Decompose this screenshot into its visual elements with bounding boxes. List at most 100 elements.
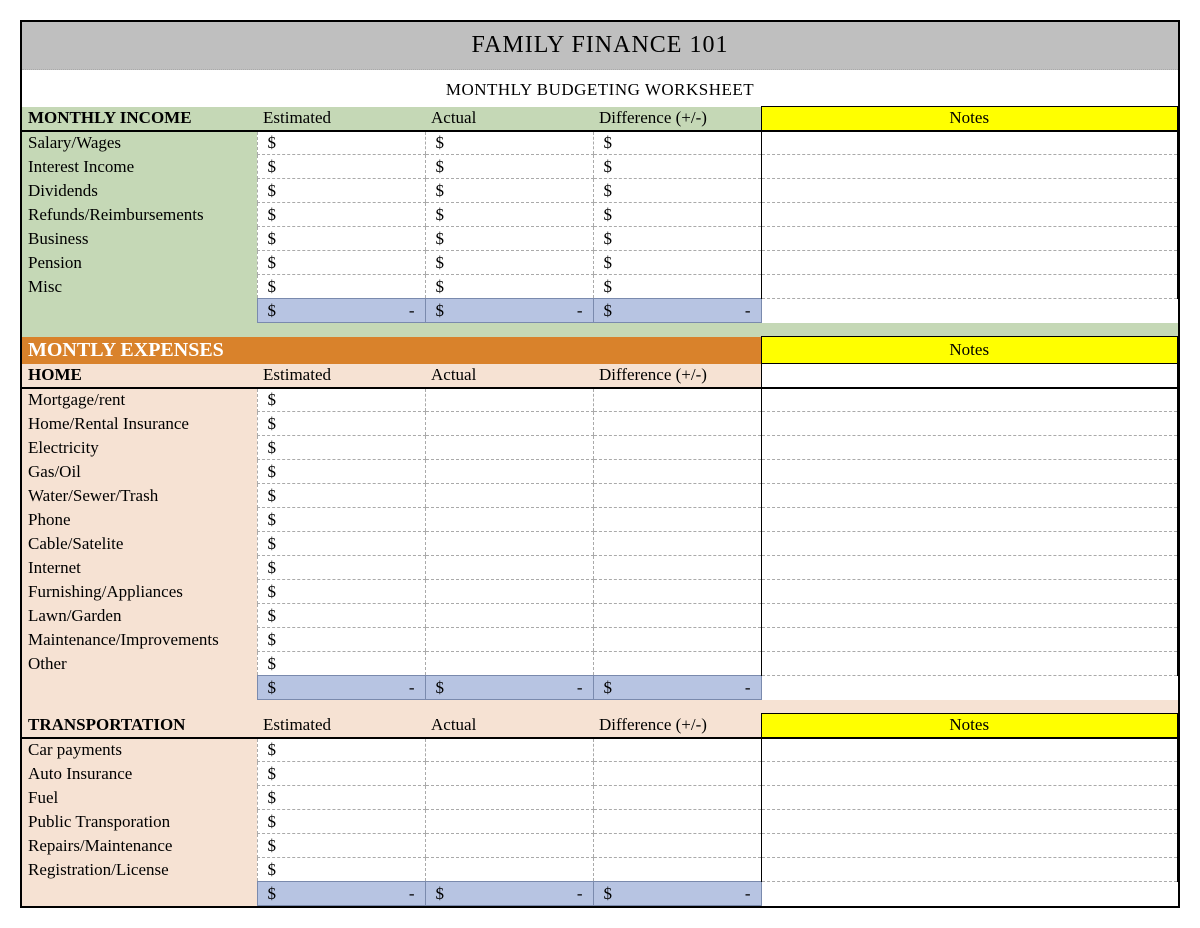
cell-difference[interactable]: [593, 508, 761, 532]
cell-actual[interactable]: [425, 580, 593, 604]
cell-difference[interactable]: [593, 628, 761, 652]
cell-difference[interactable]: [593, 652, 761, 676]
cell-actual[interactable]: [425, 834, 593, 858]
cell-difference[interactable]: [593, 858, 761, 882]
cell-difference[interactable]: [593, 580, 761, 604]
notes-cell[interactable]: [761, 738, 1178, 762]
cell-difference[interactable]: [593, 388, 761, 412]
cell-estimated[interactable]: $: [257, 858, 425, 882]
cell-estimated[interactable]: $: [257, 508, 425, 532]
cell-estimated[interactable]: $: [257, 652, 425, 676]
cell-difference[interactable]: [593, 460, 761, 484]
notes-cell[interactable]: [761, 858, 1178, 882]
cell-estimated[interactable]: $: [257, 436, 425, 460]
cell-difference[interactable]: $: [593, 155, 761, 179]
income-total-estimated[interactable]: $-: [257, 299, 425, 323]
notes-cell[interactable]: [761, 251, 1178, 275]
cell-actual[interactable]: $: [425, 131, 593, 155]
cell-estimated[interactable]: $: [257, 762, 425, 786]
notes-cell[interactable]: [761, 388, 1178, 412]
cell-estimated[interactable]: $: [257, 556, 425, 580]
notes-cell[interactable]: [761, 460, 1178, 484]
notes-cell[interactable]: [761, 604, 1178, 628]
notes-cell[interactable]: [761, 652, 1178, 676]
cell-actual[interactable]: [425, 436, 593, 460]
cell-estimated[interactable]: $: [257, 131, 425, 155]
total-difference[interactable]: $-: [593, 882, 761, 906]
notes-cell[interactable]: [761, 556, 1178, 580]
notes-cell[interactable]: [761, 436, 1178, 460]
cell-estimated[interactable]: $: [257, 580, 425, 604]
cell-estimated[interactable]: $: [257, 179, 425, 203]
income-total-actual[interactable]: $-: [425, 299, 593, 323]
notes-cell[interactable]: [761, 786, 1178, 810]
cell-actual[interactable]: [425, 460, 593, 484]
cell-difference[interactable]: [593, 556, 761, 580]
cell-actual[interactable]: [425, 508, 593, 532]
cell-actual[interactable]: [425, 556, 593, 580]
notes-cell[interactable]: [761, 275, 1178, 299]
cell-estimated[interactable]: $: [257, 834, 425, 858]
total-actual[interactable]: $-: [425, 676, 593, 700]
notes-cell[interactable]: [761, 131, 1178, 155]
notes-cell[interactable]: [761, 484, 1178, 508]
cell-difference[interactable]: [593, 532, 761, 556]
cell-actual[interactable]: $: [425, 227, 593, 251]
cell-estimated[interactable]: $: [257, 203, 425, 227]
total-difference[interactable]: $-: [593, 676, 761, 700]
cell-estimated[interactable]: $: [257, 227, 425, 251]
notes-cell[interactable]: [761, 179, 1178, 203]
cell-difference[interactable]: [593, 412, 761, 436]
cell-actual[interactable]: [425, 484, 593, 508]
cell-difference[interactable]: $: [593, 203, 761, 227]
cell-difference[interactable]: $: [593, 251, 761, 275]
total-estimated[interactable]: $-: [257, 882, 425, 906]
cell-estimated[interactable]: $: [257, 155, 425, 179]
notes-cell[interactable]: [761, 628, 1178, 652]
notes-cell[interactable]: [761, 762, 1178, 786]
cell-actual[interactable]: $: [425, 155, 593, 179]
cell-estimated[interactable]: $: [257, 786, 425, 810]
cell-estimated[interactable]: $: [257, 388, 425, 412]
cell-actual[interactable]: [425, 532, 593, 556]
total-actual[interactable]: $-: [425, 882, 593, 906]
cell-estimated[interactable]: $: [257, 484, 425, 508]
cell-actual[interactable]: [425, 858, 593, 882]
notes-cell[interactable]: [761, 580, 1178, 604]
cell-actual[interactable]: [425, 412, 593, 436]
cell-actual[interactable]: $: [425, 179, 593, 203]
cell-actual[interactable]: [425, 738, 593, 762]
cell-actual[interactable]: $: [425, 251, 593, 275]
cell-estimated[interactable]: $: [257, 604, 425, 628]
cell-difference[interactable]: $: [593, 179, 761, 203]
cell-difference[interactable]: [593, 810, 761, 834]
cell-difference[interactable]: $: [593, 227, 761, 251]
notes-cell[interactable]: [761, 532, 1178, 556]
cell-actual[interactable]: [425, 786, 593, 810]
notes-cell[interactable]: [761, 508, 1178, 532]
notes-cell[interactable]: [761, 412, 1178, 436]
cell-difference[interactable]: [593, 834, 761, 858]
cell-estimated[interactable]: $: [257, 810, 425, 834]
cell-difference[interactable]: [593, 738, 761, 762]
notes-cell[interactable]: [761, 203, 1178, 227]
cell-estimated[interactable]: $: [257, 532, 425, 556]
cell-estimated[interactable]: $: [257, 412, 425, 436]
cell-difference[interactable]: $: [593, 275, 761, 299]
cell-difference[interactable]: [593, 762, 761, 786]
notes-cell[interactable]: [761, 810, 1178, 834]
cell-difference[interactable]: [593, 604, 761, 628]
cell-actual[interactable]: [425, 652, 593, 676]
cell-estimated[interactable]: $: [257, 275, 425, 299]
cell-actual[interactable]: [425, 762, 593, 786]
cell-difference[interactable]: [593, 436, 761, 460]
cell-estimated[interactable]: $: [257, 738, 425, 762]
cell-estimated[interactable]: $: [257, 251, 425, 275]
cell-estimated[interactable]: $: [257, 628, 425, 652]
cell-actual[interactable]: [425, 810, 593, 834]
notes-cell[interactable]: [761, 155, 1178, 179]
cell-actual[interactable]: [425, 604, 593, 628]
cell-estimated[interactable]: $: [257, 460, 425, 484]
cell-difference[interactable]: $: [593, 131, 761, 155]
cell-actual[interactable]: $: [425, 203, 593, 227]
